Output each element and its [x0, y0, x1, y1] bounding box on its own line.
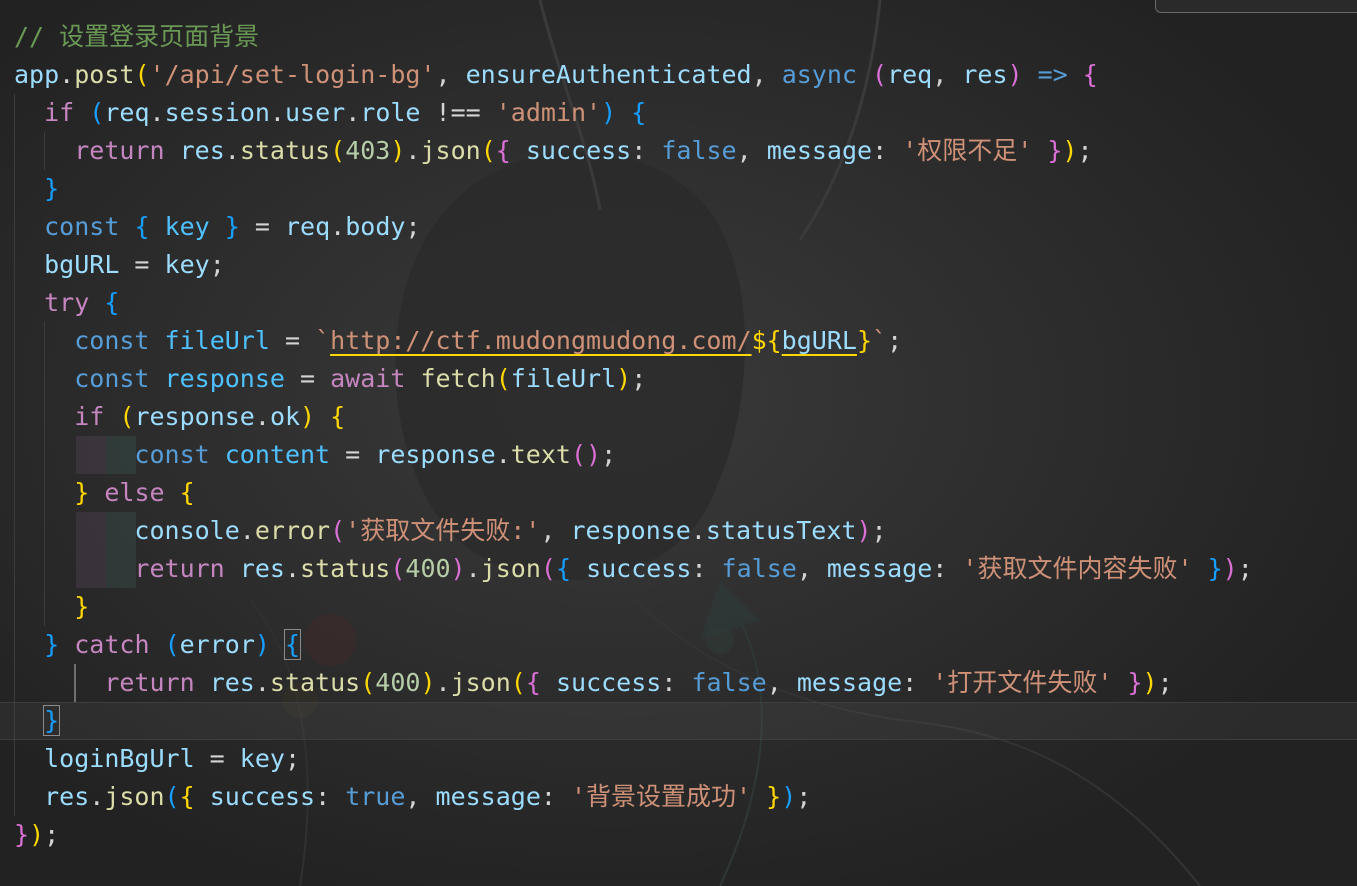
code-line-17[interactable]: } catch (error) { — [0, 626, 1357, 664]
code-line-5[interactable]: } — [0, 170, 1357, 208]
code-line-18[interactable]: return res.status(400).json({ success: f… — [0, 664, 1357, 702]
middleware-token: ensureAuthenticated — [465, 60, 752, 89]
code-token: post — [74, 60, 135, 89]
code-line-15[interactable]: return res.status(400).json({ success: f… — [0, 550, 1357, 588]
message-string: '打开文件失败' — [932, 668, 1113, 697]
code-line-6[interactable]: const { key } = req.body; — [0, 208, 1357, 246]
route-path-string: '/api/set-login-bg' — [149, 60, 436, 89]
minimap-edge[interactable] — [1155, 0, 1357, 13]
matched-bracket: { — [284, 629, 302, 660]
code-line-13[interactable]: } else { — [0, 474, 1357, 512]
status-code: 400 — [375, 668, 421, 697]
code-line-11[interactable]: if (response.ok) { — [0, 398, 1357, 436]
comment-text: // 设置登录页面背景 — [14, 22, 260, 51]
code-line-7[interactable]: bgURL = key; — [0, 246, 1357, 284]
code-line-4[interactable]: return res.status(403).json({ success: f… — [0, 132, 1357, 170]
code-line-12[interactable]: const content = response.text(); — [0, 436, 1357, 474]
code-line-8[interactable]: try { — [0, 284, 1357, 322]
code-line-10[interactable]: const response = await fetch(fileUrl); — [0, 360, 1357, 398]
status-code: 400 — [405, 554, 451, 583]
code-line-16[interactable]: } — [0, 588, 1357, 626]
code-token: app — [14, 60, 60, 89]
code-area[interactable]: // 设置登录页面背景 app.post('/api/set-login-bg'… — [0, 18, 1357, 854]
url-variable: bgURL — [781, 326, 857, 355]
code-line-3[interactable]: if (req.session.user.role !== 'admin') { — [0, 94, 1357, 132]
code-editor[interactable]: // 设置登录页面背景 app.post('/api/set-login-bg'… — [0, 0, 1357, 886]
code-line-22[interactable]: }); — [0, 816, 1357, 854]
error-string: '获取文件失败:' — [345, 516, 541, 545]
message-string: '背景设置成功' — [571, 782, 752, 811]
url-template-string[interactable]: http://ctf.mudongmudong.com/ — [330, 326, 751, 355]
code-line-20[interactable]: loginBgUrl = key; — [0, 740, 1357, 778]
matched-bracket: } — [43, 705, 61, 736]
code-line-21[interactable]: res.json({ success: true, message: '背景设置… — [0, 778, 1357, 816]
message-string: '权限不足' — [902, 136, 1033, 165]
code-line-9[interactable]: const fileUrl = `http://ctf.mudongmudong… — [0, 322, 1357, 360]
message-string: '获取文件内容失败' — [962, 554, 1193, 583]
status-code: 403 — [345, 136, 391, 165]
code-line-19-current[interactable]: } — [0, 702, 1357, 740]
code-line-14[interactable]: console.error('获取文件失败:', response.status… — [0, 512, 1357, 550]
code-line-2[interactable]: app.post('/api/set-login-bg', ensureAuth… — [0, 56, 1357, 94]
role-string: 'admin' — [495, 98, 602, 127]
code-line-1[interactable]: // 设置登录页面背景 — [0, 18, 1357, 56]
